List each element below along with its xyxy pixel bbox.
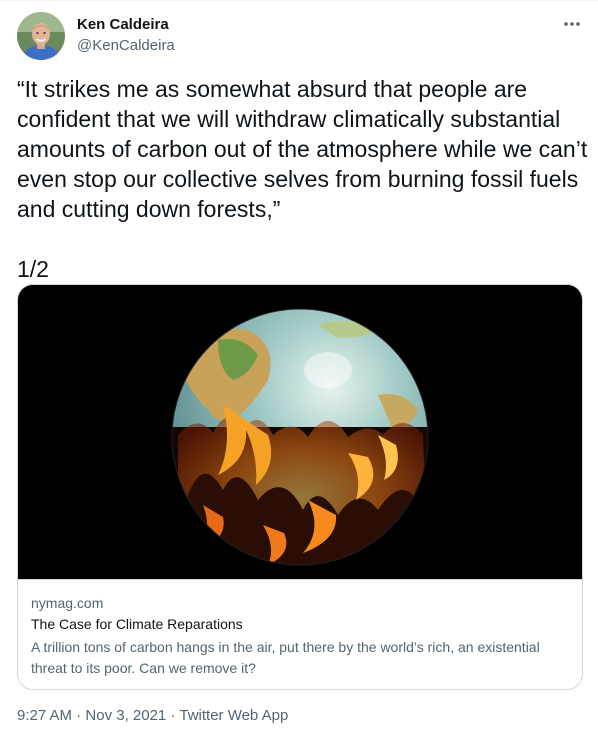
link-card[interactable]: nymag.com The Case for Climate Reparatio… <box>17 284 583 690</box>
tweet-time[interactable]: 9:27 AM <box>17 707 72 724</box>
more-dots <box>564 22 580 26</box>
author-avatar[interactable] <box>17 12 65 60</box>
author-handle[interactable]: @KenCaldeira <box>77 36 175 56</box>
tweet-date[interactable]: Nov 3, 2021 <box>85 707 166 724</box>
tweet-header: Ken Caldeira @KenCaldeira <box>17 12 583 60</box>
tweet-meta: 9:27 AM · Nov 3, 2021 · Twitter Web App <box>17 706 288 726</box>
meta-separator: · <box>76 707 82 724</box>
card-title: The Case for Climate Reparations <box>31 616 243 632</box>
author-names: Ken Caldeira @KenCaldeira <box>77 15 175 56</box>
tweet-source[interactable]: Twitter Web App <box>179 707 288 724</box>
more-horizontal-icon[interactable] <box>561 14 583 34</box>
author-display-name[interactable]: Ken Caldeira <box>77 15 175 35</box>
tweet-text: “It strikes me as somewhat absurd that p… <box>17 76 588 282</box>
card-domain: nymag.com <box>31 595 104 611</box>
meta-separator: · <box>170 707 176 724</box>
card-divider <box>18 579 582 580</box>
top-divider <box>0 0 598 1</box>
card-image-burning-globe <box>18 285 582 579</box>
card-description: A trillion tons of carbon hangs in the a… <box>31 639 540 676</box>
avatar-photo <box>17 12 65 60</box>
